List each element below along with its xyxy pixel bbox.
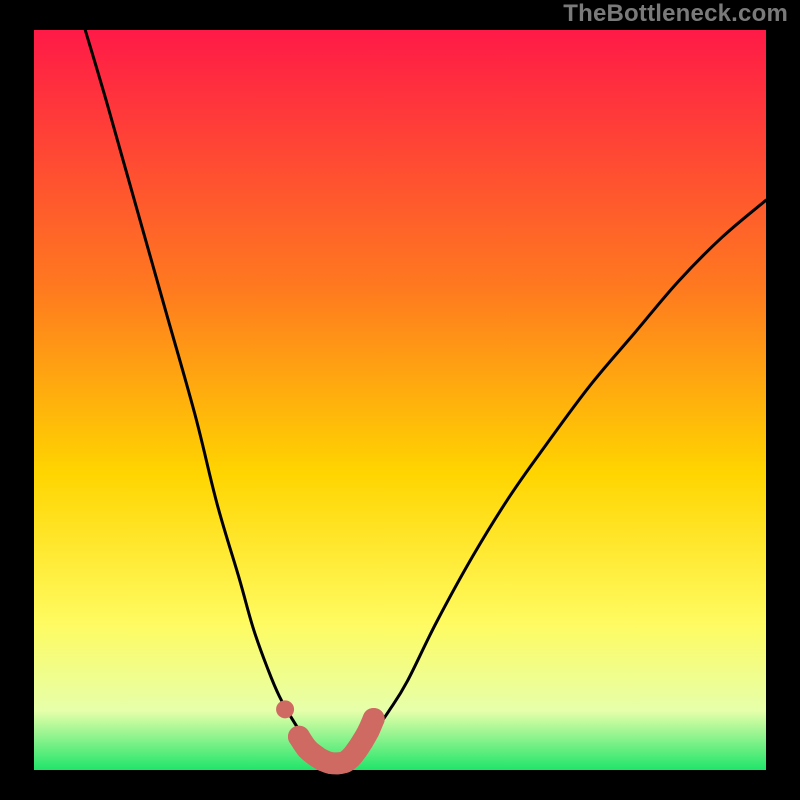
outer-frame: TheBottleneck.com — [0, 0, 800, 800]
chart-background — [34, 30, 766, 770]
marker-dot — [276, 700, 294, 718]
chart-canvas — [0, 0, 800, 800]
watermark-label: TheBottleneck.com — [563, 0, 788, 28]
marker-dot — [363, 708, 385, 730]
